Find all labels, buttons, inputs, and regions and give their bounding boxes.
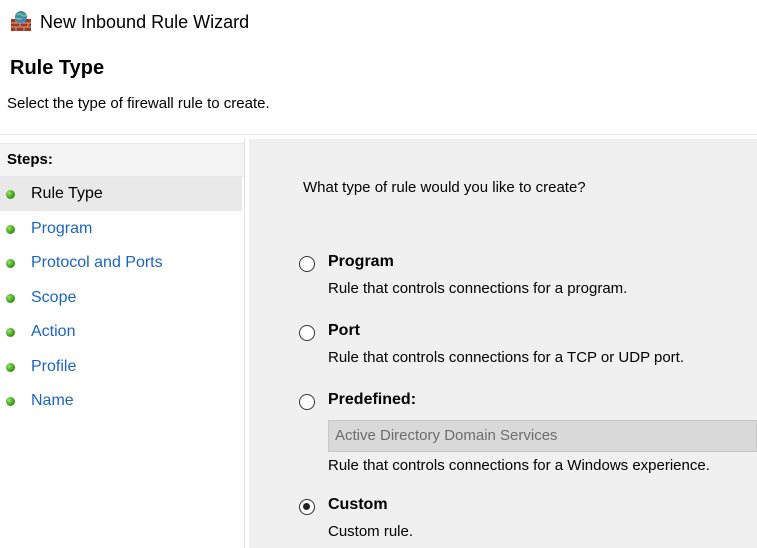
step-profile[interactable]: Profile xyxy=(0,350,242,384)
step-status-icon xyxy=(6,225,15,234)
predefined-select-value: Active Directory Domain Services xyxy=(335,427,558,444)
option-port[interactable]: Port Rule that controls connections for … xyxy=(299,322,757,372)
custom-option-description: Custom rule. xyxy=(328,523,414,540)
window-title: New Inbound Rule Wizard xyxy=(40,12,250,32)
step-name[interactable]: Name xyxy=(0,384,242,418)
step-rule-type[interactable]: Rule Type xyxy=(0,177,242,211)
step-action[interactable]: Action xyxy=(0,315,242,349)
step-label: Scope xyxy=(31,289,77,306)
step-scope[interactable]: Scope xyxy=(0,281,242,315)
step-status-icon xyxy=(6,190,15,199)
option-predefined[interactable]: Predefined: Active Directory Domain Serv… xyxy=(299,391,757,481)
step-label: Protocol and Ports xyxy=(31,254,163,271)
step-status-icon xyxy=(6,397,15,406)
step-label: Action xyxy=(31,323,76,340)
step-status-icon xyxy=(6,328,15,337)
steps-header: Steps: xyxy=(0,143,244,177)
predefined-rule-select: Active Directory Domain Services xyxy=(328,420,757,452)
content-pane: What type of rule would you like to crea… xyxy=(249,139,757,548)
predefined-option-label[interactable]: Predefined: xyxy=(328,391,416,409)
predefined-option-description: Rule that controls connections for a Win… xyxy=(328,457,710,474)
port-option-description: Rule that controls connections for a TCP… xyxy=(328,349,685,366)
step-label: Profile xyxy=(31,358,77,375)
step-status-icon xyxy=(6,363,15,372)
steps-pane: Steps: Rule Type Program Protocol and Po… xyxy=(0,139,245,548)
step-label: Name xyxy=(31,392,74,409)
option-custom[interactable]: Custom Custom rule. xyxy=(299,496,757,546)
option-program[interactable]: Program Rule that controls connections f… xyxy=(299,253,757,303)
title-bar: New Inbound Rule Wizard xyxy=(0,0,757,44)
custom-radio[interactable] xyxy=(299,499,315,515)
page-title: Rule Type xyxy=(10,57,105,79)
rule-type-question: What type of rule would you like to crea… xyxy=(303,179,586,196)
steps-header-label: Steps: xyxy=(7,151,53,168)
program-option-description: Rule that controls connections for a pro… xyxy=(328,280,628,297)
firewall-icon xyxy=(11,11,31,31)
step-label: Program xyxy=(31,220,93,237)
step-label: Rule Type xyxy=(31,185,103,202)
step-program[interactable]: Program xyxy=(0,212,242,246)
custom-option-label[interactable]: Custom xyxy=(328,496,388,514)
predefined-radio[interactable] xyxy=(299,394,315,410)
port-option-label[interactable]: Port xyxy=(328,322,360,340)
step-protocol-and-ports[interactable]: Protocol and Ports xyxy=(0,246,242,280)
port-radio[interactable] xyxy=(299,325,315,341)
header-divider xyxy=(0,134,757,135)
step-status-icon xyxy=(6,259,15,268)
program-option-label[interactable]: Program xyxy=(328,253,394,271)
step-status-icon xyxy=(6,294,15,303)
program-radio[interactable] xyxy=(299,256,315,272)
page-subtitle: Select the type of firewall rule to crea… xyxy=(7,95,270,112)
